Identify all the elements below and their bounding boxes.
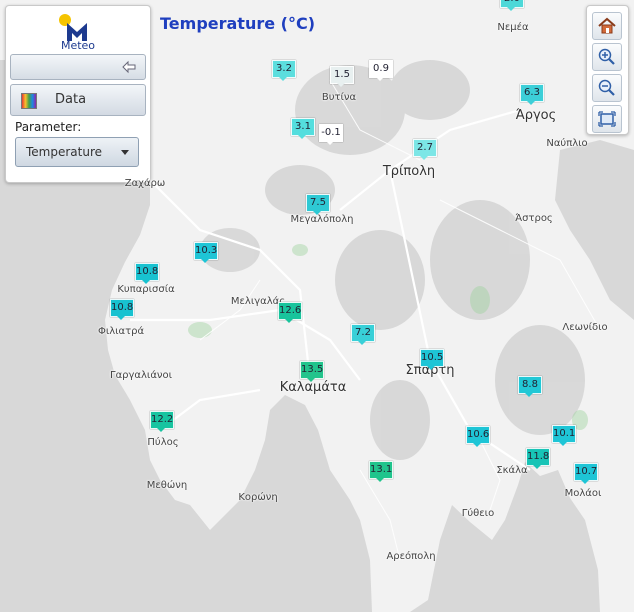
place-label: Φιλιατρά [97,326,145,337]
parameter-selected-value: Temperature [26,145,103,159]
parameter-label: Parameter: [15,120,82,134]
marker-pointer [278,76,288,81]
place-label: Σκάλα [496,465,528,476]
full-extent-icon [598,111,616,127]
marker-pointer [580,479,590,484]
place-label: Άργος [515,108,557,123]
marker-pointer [284,318,294,323]
marker-pointer [141,279,151,284]
marker-pointer [532,464,542,469]
place-label: Λεωνίδιο [562,322,608,333]
place-label: Πύλος [147,437,179,448]
temperature-marker[interactable]: 8.8 [518,376,542,397]
zoom-out-icon [598,79,615,96]
place-label: Μεγαλόπολη [290,214,354,225]
marker-pointer [419,155,429,160]
parameter-select[interactable]: Temperature [15,137,139,167]
place-label: Καλαμάτα [279,380,347,395]
marker-pointer [558,441,568,446]
temperature-marker[interactable]: 7.5 [306,194,330,215]
data-button-label: Data [55,92,87,107]
marker-pointer [426,365,436,370]
home-button[interactable] [592,12,622,40]
marker-pointer [116,315,126,320]
temperature-marker[interactable]: 3.1 [291,118,315,139]
marker-pointer [375,477,385,482]
zoom-in-button[interactable] [592,43,622,71]
temperature-marker[interactable]: 12.6 [278,302,302,323]
place-label: Νεμέα [497,22,529,33]
place-label: Κορώνη [238,492,278,503]
marker-pointer [200,258,210,263]
place-label: Ναύπλιο [546,138,588,149]
place-label: Ζαχάρω [124,178,166,189]
map-title: Temperature (°C) [160,14,316,33]
marker-pointer [312,210,322,215]
marker-pointer [506,6,516,11]
place-label: Κυπαρισσία [117,284,175,295]
temperature-marker[interactable]: 13.1 [369,461,393,482]
temperature-marker[interactable]: 13.5 [300,361,324,382]
temperature-marker[interactable]: 11.8 [526,448,550,469]
temperature-marker[interactable]: 6.3 [520,84,544,105]
zoom-out-button[interactable] [592,74,622,102]
marker-pointer [524,392,534,397]
marker-pointer [336,82,346,87]
place-label: Βυτίνα [321,92,357,103]
marker-pointer [472,442,482,447]
temperature-marker[interactable]: 10.8 [135,263,159,284]
temperature-marker[interactable]: 10.5 [420,349,444,370]
chevron-down-icon [121,150,129,155]
place-label: Γαργαλιάνοι [109,370,173,381]
temperature-marker[interactable]: -0.1 [319,124,343,145]
temperature-marker[interactable]: 10.8 [110,299,134,320]
data-button[interactable]: Data [10,84,146,116]
place-label: Αρεόπολη [386,551,436,562]
control-panel: Meteo Data Parameter: Temperature [5,5,151,183]
place-label: Γύθειο [461,508,495,519]
place-label: Μεθώνη [146,480,188,491]
temperature-marker[interactable]: 10.3 [194,242,218,263]
logo-text: Meteo [60,39,96,52]
map-toolbar [586,5,629,135]
place-label: Μολάοι [564,488,602,499]
temperature-marker[interactable]: 0.9 [369,60,393,81]
temperature-marker[interactable]: 10.7 [574,463,598,484]
hand-pointer-left-icon [122,60,136,74]
temperature-marker[interactable]: 1.5 [330,66,354,87]
full-extent-button[interactable] [592,105,622,133]
marker-pointer [156,427,166,432]
marker-pointer [325,140,335,145]
zoom-in-icon [598,48,615,65]
place-label: Άστρος [515,213,553,224]
temperature-marker[interactable]: 2.0 [500,0,524,11]
marker-pointer [375,76,385,81]
temperature-marker[interactable]: 12.2 [150,411,174,432]
place-label: Μελιγαλάς [230,296,286,307]
home-icon [598,17,616,34]
legend-rainbow-icon [21,93,37,109]
temperature-marker[interactable]: 10.6 [466,426,490,447]
temperature-marker[interactable]: 2.7 [413,139,437,160]
temperature-marker[interactable]: 3.2 [272,60,296,81]
temperature-marker[interactable]: 10.1 [552,425,576,446]
collapse-panel-button[interactable] [10,54,146,80]
marker-pointer [526,100,536,105]
marker-pointer [297,134,307,139]
temperature-marker[interactable]: 7.2 [351,324,375,345]
place-label: Τρίπολη [382,164,436,179]
marker-pointer [306,377,316,382]
marker-pointer [357,340,367,345]
